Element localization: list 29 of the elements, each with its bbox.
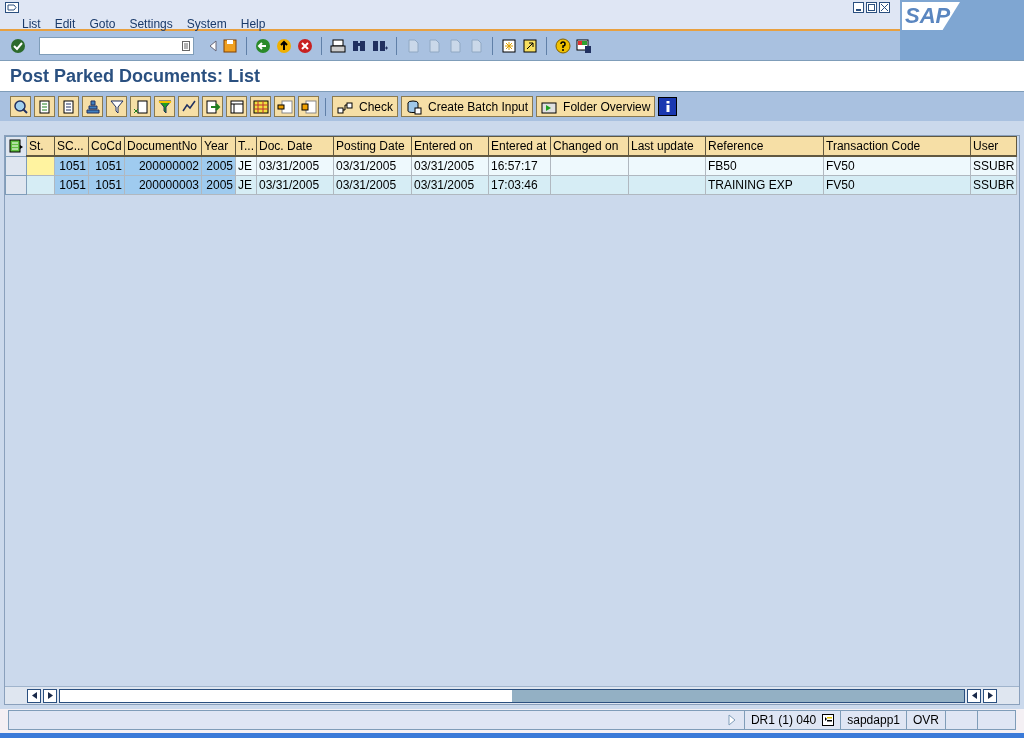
toolbar-button[interactable]: Create Batch Input	[401, 96, 534, 117]
column-header[interactable]: T...	[235, 136, 257, 156]
column-header[interactable]: St.	[26, 136, 55, 156]
column-header[interactable]: Changed on	[550, 136, 629, 156]
column-header[interactable]: SC...	[54, 136, 89, 156]
menu-item[interactable]: System	[186, 15, 227, 33]
column-header[interactable]: Entered at	[488, 136, 551, 156]
screen-title: Post Parked Documents: List	[10, 64, 261, 88]
column-header[interactable]: Year	[201, 136, 236, 156]
column-header[interactable]: Doc. Date	[256, 136, 334, 156]
menu-item[interactable]: Edit	[54, 15, 76, 33]
input-mode: OVR	[913, 712, 939, 729]
system-info: DR1 (1) 040	[750, 712, 817, 729]
logo: SAP	[902, 2, 960, 30]
column-header[interactable]: User	[970, 136, 1017, 156]
column-header[interactable]: Entered on	[411, 136, 489, 156]
menu-item[interactable]: Goto	[89, 15, 116, 33]
toolbar-button[interactable]: Check	[332, 96, 398, 117]
menu-item[interactable]: Settings	[129, 15, 173, 33]
column-header[interactable]: CoCd	[88, 136, 125, 156]
server-name: sapdapp1	[847, 712, 900, 729]
toolbar-button[interactable]: Folder Overview	[536, 96, 656, 117]
menu-item[interactable]: Help	[240, 15, 266, 33]
column-header[interactable]: Reference	[705, 136, 824, 156]
menu-item[interactable]: List	[22, 15, 41, 33]
column-header[interactable]: Posting Date	[333, 136, 412, 156]
column-header[interactable]: DocumentNo	[124, 136, 202, 156]
column-header[interactable]: Last update	[628, 136, 706, 156]
column-header[interactable]: Transaction Code	[823, 136, 971, 156]
